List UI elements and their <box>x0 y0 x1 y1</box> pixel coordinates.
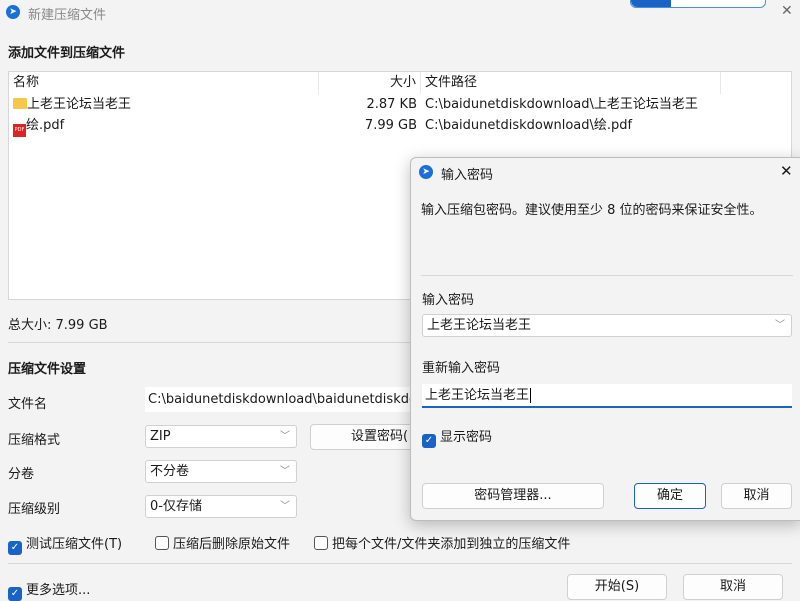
start-button[interactable]: 开始(S) <box>567 574 667 600</box>
pdf-icon: PDF <box>13 124 26 137</box>
window-title: 新建压缩文件 <box>28 8 107 23</box>
filename-label: 文件名 <box>8 397 48 412</box>
column-name[interactable]: 名称 <box>9 72 319 94</box>
file-name: 上老王论坛当老王 <box>27 97 132 112</box>
split-value: 不分卷 <box>150 464 190 479</box>
folder-icon <box>13 98 27 109</box>
file-size: 2.87 KB <box>366 97 417 112</box>
split-select[interactable]: 不分卷 ﹀ <box>145 460 297 483</box>
password-manager-button[interactable]: 密码管理器... <box>422 483 604 509</box>
chevron-down-icon: ﹀ <box>280 431 290 442</box>
column-size[interactable]: 大小 <box>319 72 421 94</box>
more-options-label: 更多选项... <box>26 583 91 598</box>
format-label: 压缩格式 <box>8 433 61 448</box>
file-size: 7.99 GB <box>364 118 417 133</box>
level-label: 压缩级别 <box>8 502 61 517</box>
password-value: 上老王论坛当老王 <box>427 318 532 333</box>
confirm-password-value: 上老王论坛当老王 <box>425 388 530 403</box>
column-path[interactable]: 文件路径 <box>421 72 721 94</box>
dialog-close-icon[interactable]: ✕ <box>780 162 793 180</box>
divider <box>8 563 792 564</box>
confirm-password-input[interactable]: 上老王论坛当老王 <box>422 384 792 408</box>
checkmark-icon: ✓ <box>8 541 22 555</box>
divider <box>8 342 410 343</box>
chevron-down-icon: ﹀ <box>775 320 785 331</box>
cancel-button[interactable]: 取消 <box>683 574 783 600</box>
level-select[interactable]: 0-仅存储 ﹀ <box>145 495 297 518</box>
show-password-checkbox[interactable]: ✓ 显示密码 <box>422 426 492 448</box>
delete-original-label: 压缩后删除原始文件 <box>173 537 291 552</box>
ok-button[interactable]: 确定 <box>634 483 706 509</box>
password-combobox[interactable]: 上老王论坛当老王 ﹀ <box>422 314 792 337</box>
level-value: 0-仅存储 <box>150 499 202 514</box>
close-icon[interactable]: ✕ <box>781 3 793 19</box>
dialog-cancel-button[interactable]: 取消 <box>721 483 792 509</box>
checkbox-empty-icon <box>314 536 328 550</box>
chevron-down-icon: ﹀ <box>280 466 290 477</box>
checkmark-icon: ✓ <box>8 587 22 601</box>
dialog-title: 输入密码 <box>441 168 494 183</box>
app-logo-icon: ➤ <box>419 165 433 179</box>
top-toggle[interactable] <box>630 0 766 8</box>
text-cursor <box>530 388 532 403</box>
checkbox-empty-icon <box>155 536 169 550</box>
filename-input[interactable]: C:\baidunetdiskdownload\baidunetdiskdo <box>145 387 415 412</box>
delete-original-checkbox[interactable]: 压缩后删除原始文件 <box>155 533 290 552</box>
checkmark-icon: ✓ <box>422 434 436 448</box>
confirm-password-label: 重新输入密码 <box>422 361 501 376</box>
test-archive-checkbox[interactable]: ✓ 测试压缩文件(T) <box>8 533 122 555</box>
set-password-button[interactable]: 设置密码( <box>310 424 420 450</box>
total-size: 总大小: 7.99 GB <box>8 318 108 333</box>
file-name: 绘.pdf <box>26 118 65 133</box>
chevron-down-icon: ﹀ <box>280 501 290 512</box>
password-label: 输入密码 <box>422 293 475 308</box>
divider <box>421 275 793 276</box>
settings-heading: 压缩文件设置 <box>8 362 87 377</box>
format-value: ZIP <box>150 429 171 444</box>
test-archive-label: 测试压缩文件(T) <box>26 537 123 552</box>
separate-archives-checkbox[interactable]: 把每个文件/文件夹添加到独立的压缩文件 <box>314 533 570 552</box>
file-path: C:\baidunetdiskdownload\绘.pdf <box>425 118 633 133</box>
password-hint: 输入压缩包密码。建议使用至少 8 位的密码来保证安全性。 <box>421 203 763 218</box>
show-password-label: 显示密码 <box>440 430 493 445</box>
split-label: 分卷 <box>8 467 35 482</box>
add-files-heading: 添加文件到压缩文件 <box>8 46 126 61</box>
password-dialog: ➤ 输入密码 ✕ 输入压缩包密码。建议使用至少 8 位的密码来保证安全性。 输入… <box>410 157 800 521</box>
app-logo-icon: ➤ <box>6 5 20 19</box>
format-select[interactable]: ZIP ﹀ <box>145 425 297 448</box>
separate-archives-label: 把每个文件/文件夹添加到独立的压缩文件 <box>332 537 571 552</box>
file-path: C:\baidunetdiskdownload\上老王论坛当老王 <box>425 97 698 112</box>
